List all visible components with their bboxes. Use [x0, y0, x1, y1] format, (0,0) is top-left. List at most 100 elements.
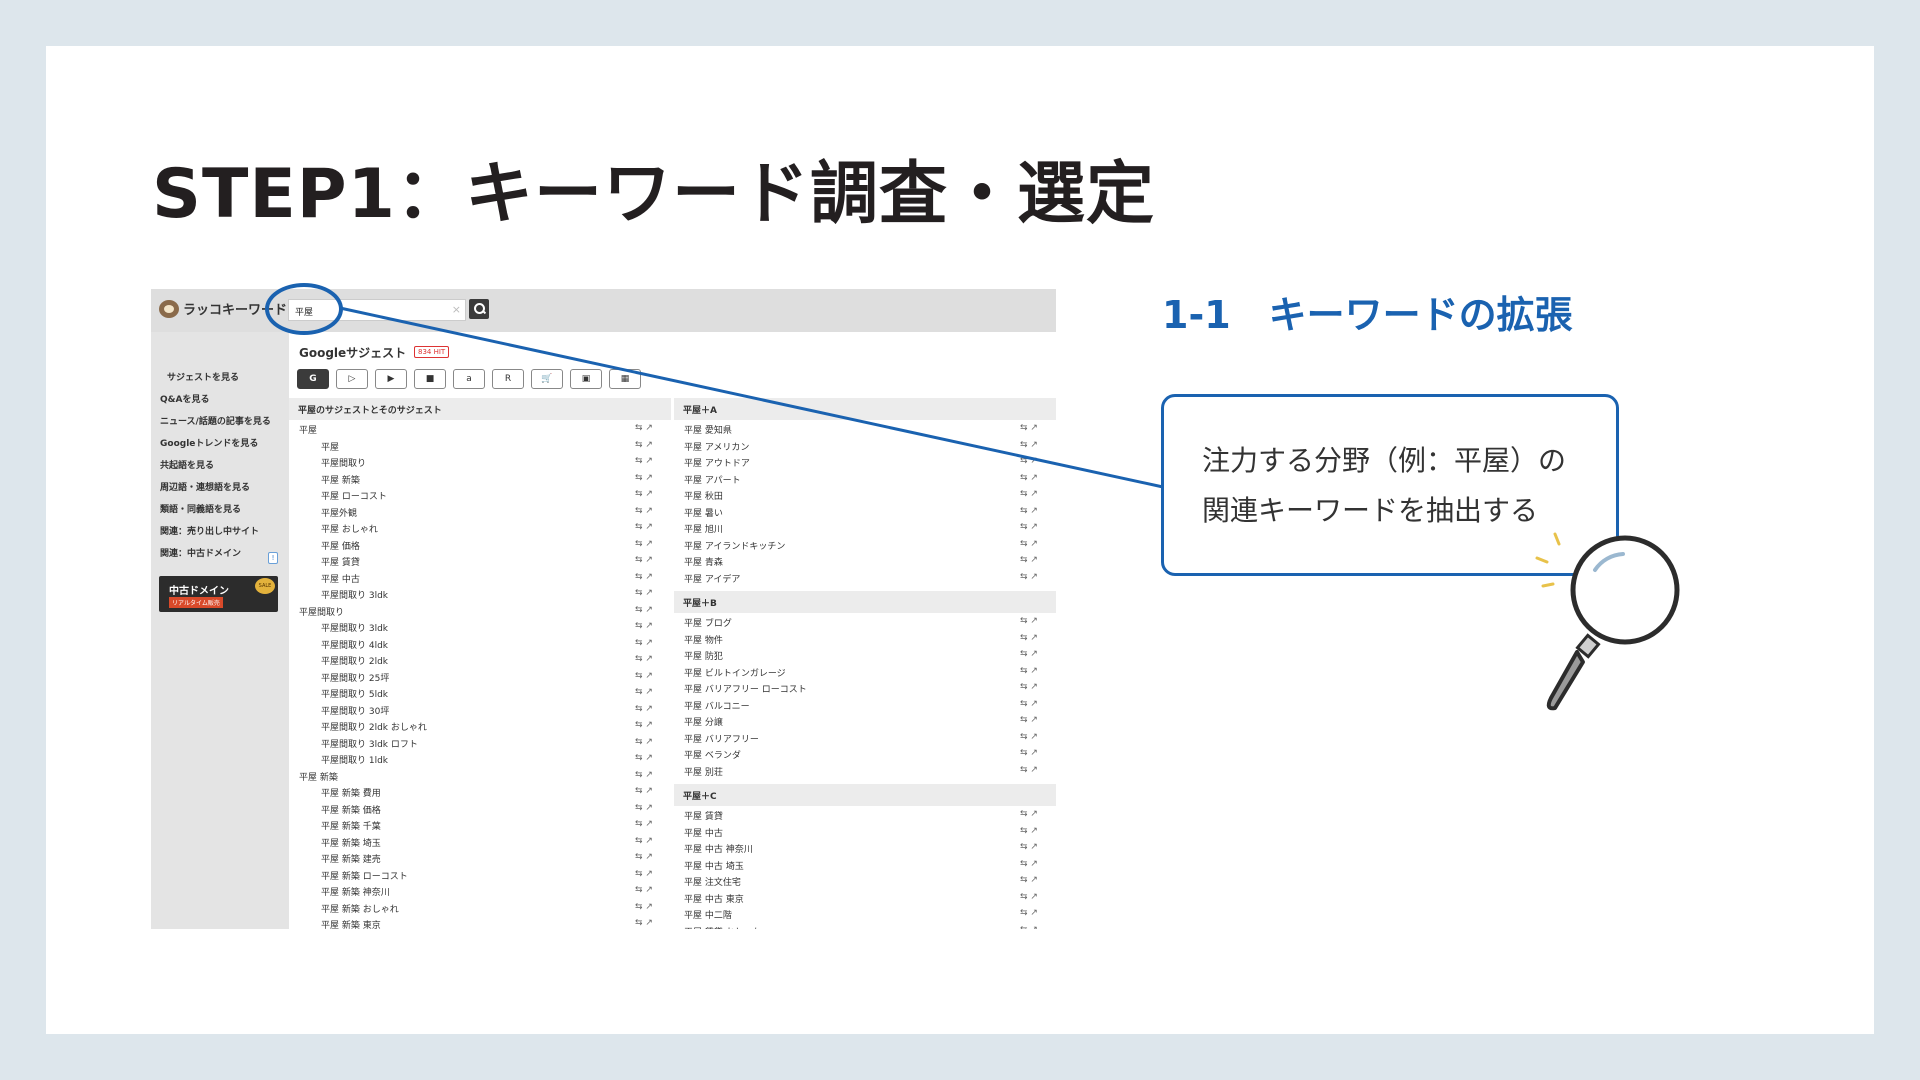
sidebar-item[interactable]: 関連：売り出し中サイト: [160, 524, 259, 537]
keyword-row[interactable]: 平屋間取り 1ldk: [321, 753, 388, 768]
copy-and-open-icon[interactable]: ⇆ ↗: [1020, 473, 1038, 483]
keyword-row[interactable]: 平屋間取り 5ldk: [321, 687, 388, 702]
copy-and-open-icon[interactable]: ⇆ ↗: [635, 654, 653, 664]
keyword-row[interactable]: 平屋 新築 埼玉: [321, 836, 381, 851]
copy-and-open-icon[interactable]: ⇆ ↗: [1020, 925, 1038, 930]
copy-and-open-icon[interactable]: ⇆ ↗: [1020, 633, 1038, 643]
keyword-row[interactable]: 平屋 新築 価格: [321, 803, 381, 818]
copy-and-open-icon[interactable]: ⇆ ↗: [635, 819, 653, 829]
copy-and-open-icon[interactable]: ⇆ ↗: [1020, 682, 1038, 692]
copy-and-open-icon[interactable]: ⇆ ↗: [1020, 765, 1038, 775]
copy-and-open-icon[interactable]: ⇆ ↗: [635, 869, 653, 879]
copy-and-open-icon[interactable]: ⇆ ↗: [635, 605, 653, 615]
copy-and-open-icon[interactable]: ⇆ ↗: [1020, 666, 1038, 676]
keyword-row[interactable]: 平屋間取り 25坪: [321, 671, 389, 686]
copy-and-open-icon[interactable]: ⇆ ↗: [635, 803, 653, 813]
copy-and-open-icon[interactable]: ⇆ ↗: [635, 852, 653, 862]
copy-and-open-icon[interactable]: ⇆ ↗: [1020, 616, 1038, 626]
copy-and-open-icon[interactable]: ⇆ ↗: [635, 522, 653, 532]
keyword-row[interactable]: 平屋 アイランドキッチン: [684, 539, 785, 554]
copy-and-open-icon[interactable]: ⇆ ↗: [635, 770, 653, 780]
copy-and-open-icon[interactable]: ⇆ ↗: [1020, 892, 1038, 902]
copy-and-open-icon[interactable]: ⇆ ↗: [635, 704, 653, 714]
keyword-row[interactable]: 平屋間取り 2ldk: [321, 654, 388, 669]
keyword-row[interactable]: 平屋 賃貸: [321, 555, 360, 570]
keyword-row[interactable]: 平屋: [321, 440, 339, 455]
copy-and-open-icon[interactable]: ⇆ ↗: [1020, 572, 1038, 582]
copy-and-open-icon[interactable]: ⇆ ↗: [1020, 699, 1038, 709]
copy-and-open-icon[interactable]: ⇆ ↗: [635, 737, 653, 747]
sidebar-item[interactable]: 類語・同義語を見る: [160, 502, 241, 515]
keyword-row[interactable]: 平屋 バルコニー: [684, 699, 750, 714]
copy-and-open-icon[interactable]: ⇆ ↗: [635, 473, 653, 483]
keyword-row[interactable]: 平屋 バリアフリー ローコスト: [684, 682, 807, 697]
copy-and-open-icon[interactable]: ⇆ ↗: [635, 671, 653, 681]
keyword-row[interactable]: 平屋 分譲: [684, 715, 723, 730]
keyword-row[interactable]: 平屋 中古: [321, 572, 360, 587]
keyword-row[interactable]: 平屋 中古 東京: [684, 892, 744, 907]
copy-and-open-icon[interactable]: ⇆ ↗: [635, 753, 653, 763]
keyword-row[interactable]: 平屋間取り 30坪: [321, 704, 389, 719]
copy-and-open-icon[interactable]: ⇆ ↗: [1020, 842, 1038, 852]
keyword-row[interactable]: 平屋 愛知県: [684, 423, 732, 438]
keyword-row[interactable]: 平屋 注文住宅: [684, 875, 741, 890]
copy-and-open-icon[interactable]: ⇆ ↗: [635, 423, 653, 433]
copy-and-open-icon[interactable]: ⇆ ↗: [1020, 440, 1038, 450]
copy-and-open-icon[interactable]: ⇆ ↗: [1020, 875, 1038, 885]
copy-and-open-icon[interactable]: ⇆ ↗: [635, 506, 653, 516]
keyword-row[interactable]: 平屋 アウトドア: [684, 456, 750, 471]
keyword-row[interactable]: 平屋間取り 3ldk: [321, 621, 388, 636]
keyword-row[interactable]: 平屋 賃貸 おしゃれ: [684, 925, 762, 930]
copy-and-open-icon[interactable]: ⇆ ↗: [635, 720, 653, 730]
sidebar-item[interactable]: 共起語を見る: [160, 458, 214, 471]
copy-and-open-icon[interactable]: ⇆ ↗: [1020, 489, 1038, 499]
clear-icon[interactable]: ×: [452, 303, 461, 316]
copy-and-open-icon[interactable]: ⇆ ↗: [635, 902, 653, 912]
keyword-row[interactable]: 平屋 中古 神奈川: [684, 842, 753, 857]
copy-and-open-icon[interactable]: ⇆ ↗: [1020, 859, 1038, 869]
keyword-row[interactable]: 平屋 新築 神奈川: [321, 885, 390, 900]
keyword-row[interactable]: 平屋 新築 建売: [321, 852, 381, 867]
copy-and-open-icon[interactable]: ⇆ ↗: [1020, 809, 1038, 819]
copy-and-open-icon[interactable]: ⇆ ↗: [1020, 522, 1038, 532]
keyword-row[interactable]: 平屋 新築 費用: [321, 786, 381, 801]
sidebar-item[interactable]: Q&Aを見る: [160, 392, 209, 405]
copy-and-open-icon[interactable]: ⇆ ↗: [635, 687, 653, 697]
keyword-row[interactable]: 平屋 別荘: [684, 765, 723, 780]
keyword-row[interactable]: 平屋 ベランダ: [684, 748, 741, 763]
keyword-row[interactable]: 平屋 バリアフリー: [684, 732, 759, 747]
keyword-row[interactable]: 平屋 新築 ローコスト: [321, 869, 408, 884]
keyword-row[interactable]: 平屋 ブログ: [684, 616, 732, 631]
keyword-row[interactable]: 平屋 秋田: [684, 489, 723, 504]
copy-and-open-icon[interactable]: ⇆ ↗: [1020, 715, 1038, 725]
copy-and-open-icon[interactable]: ⇆ ↗: [635, 572, 653, 582]
source-tab-button[interactable]: 🛒: [531, 369, 563, 389]
copy-and-open-icon[interactable]: ⇆ ↗: [635, 555, 653, 565]
keyword-row[interactable]: 平屋 おしゃれ: [321, 522, 378, 537]
sidebar-item[interactable]: サジェストを見る: [167, 370, 239, 383]
copy-and-open-icon[interactable]: ⇆ ↗: [635, 456, 653, 466]
copy-and-open-icon[interactable]: ⇆ ↗: [635, 638, 653, 648]
copy-and-open-icon[interactable]: ⇆ ↗: [1020, 908, 1038, 918]
copy-and-open-icon[interactable]: ⇆ ↗: [635, 836, 653, 846]
keyword-row[interactable]: 平屋 旭川: [684, 522, 723, 537]
copy-and-open-icon[interactable]: ⇆ ↗: [635, 885, 653, 895]
source-tab-button[interactable]: a: [453, 369, 485, 389]
keyword-row[interactable]: 平屋 新築: [299, 770, 338, 785]
source-tab-button[interactable]: ▣: [570, 369, 602, 389]
keyword-row[interactable]: 平屋 中古: [684, 826, 723, 841]
keyword-row[interactable]: 平屋 中古 埼玉: [684, 859, 744, 874]
keyword-row[interactable]: 平屋: [299, 423, 317, 438]
copy-and-open-icon[interactable]: ⇆ ↗: [1020, 748, 1038, 758]
copy-and-open-icon[interactable]: ⇆ ↗: [635, 786, 653, 796]
keyword-row[interactable]: 平屋 暑い: [684, 506, 723, 521]
used-domain-banner[interactable]: 中古ドメイン リアルタイム販売 SALE: [159, 576, 278, 612]
copy-and-open-icon[interactable]: ⇆ ↗: [635, 918, 653, 928]
copy-and-open-icon[interactable]: ⇆ ↗: [635, 621, 653, 631]
keyword-row[interactable]: 平屋 価格: [321, 539, 360, 554]
copy-and-open-icon[interactable]: ⇆ ↗: [635, 489, 653, 499]
keyword-row[interactable]: 平屋間取り 3ldk: [321, 588, 388, 603]
source-tab-button[interactable]: ▷: [336, 369, 368, 389]
keyword-row[interactable]: 平屋 ビルトインガレージ: [684, 666, 786, 681]
sidebar-item[interactable]: ニュース/話題の記事を見る: [160, 414, 271, 427]
